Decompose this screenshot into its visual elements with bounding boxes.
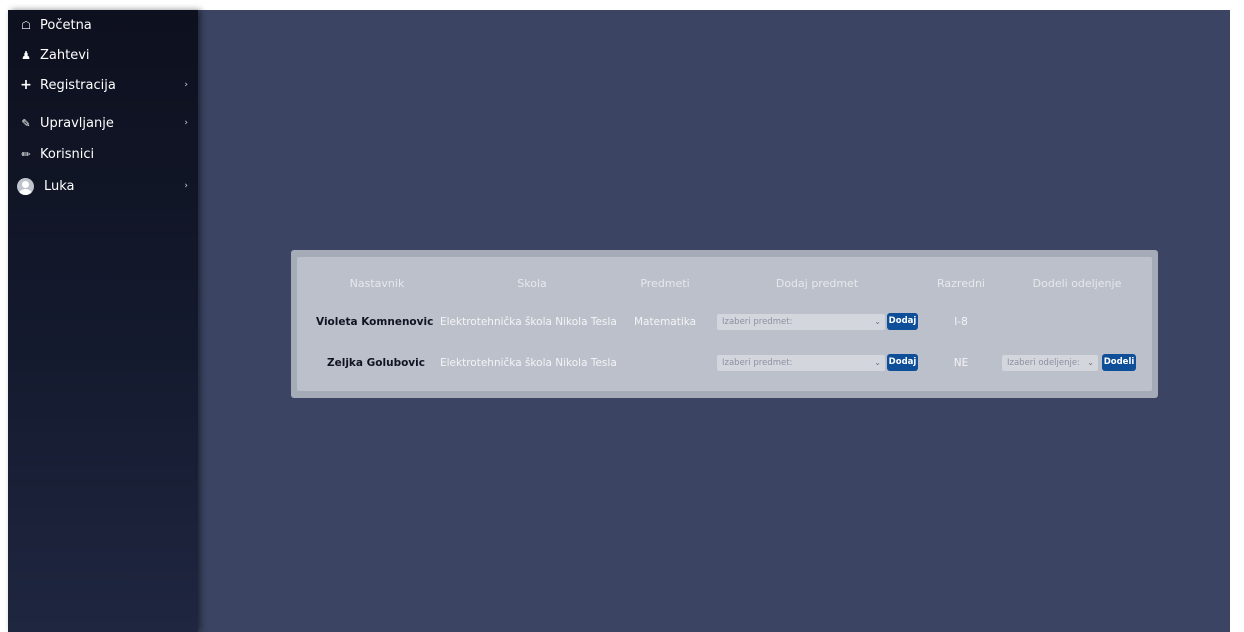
chevron-down-icon: ⌄ xyxy=(1087,358,1094,367)
sidebar-item-label: Korisnici xyxy=(40,146,95,162)
chevron-down-icon: ⌄ xyxy=(874,358,881,367)
sidebar-item-korisnici[interactable]: ✏ Korisnici xyxy=(8,141,198,167)
teacher-name: Zeljka Golubovic xyxy=(327,357,425,369)
assign-class-button[interactable]: Dodeli xyxy=(1102,354,1136,371)
chevron-right-icon: › xyxy=(184,80,188,90)
sidebar-item-upravljanje[interactable]: ✎ Upravljanje › xyxy=(8,110,198,136)
header-skola: Skola xyxy=(517,277,547,290)
chevron-right-icon: › xyxy=(184,181,188,191)
chevron-right-icon: › xyxy=(184,118,188,128)
teachers-table-panel: Nastavnik Skola Predmeti Dodaj predmet R… xyxy=(291,250,1158,398)
chevron-down-icon: ⌄ xyxy=(874,317,881,326)
teachers-table: Nastavnik Skola Predmeti Dodaj predmet R… xyxy=(297,257,1152,391)
add-subject-button[interactable]: Dodaj xyxy=(887,313,918,330)
subject-select-placeholder: Izaberi predmet: xyxy=(722,317,793,327)
header-nastavnik: Nastavnik xyxy=(349,277,405,290)
teacher-school: Elektrotehnička škola Nikola Tesla xyxy=(440,357,617,369)
add-subject-button[interactable]: Dodaj xyxy=(887,354,918,371)
pencil-icon: ✏ xyxy=(21,147,31,161)
sidebar-item-registracija[interactable]: + Registracija › xyxy=(8,72,198,98)
app-frame: ☖ Početna ♟ Zahtevi + Registracija › ✎ U… xyxy=(8,10,1230,632)
sidebar-item-label: Registracija xyxy=(40,77,116,93)
plus-icon: + xyxy=(20,77,32,93)
sidebar-item-label: Upravljanje xyxy=(40,115,114,131)
header-dodeli-odeljenje: Dodeli odeljenje xyxy=(1032,277,1122,290)
teacher-school: Elektrotehnička škola Nikola Tesla xyxy=(440,316,617,328)
class-select-placeholder: Izaberi odeljenje: xyxy=(1007,358,1080,368)
edit-icon: ✎ xyxy=(21,116,31,130)
sidebar-item-zahtevi[interactable]: ♟ Zahtevi xyxy=(8,42,198,68)
subject-select-placeholder: Izaberi predmet: xyxy=(722,358,793,368)
sidebar: ☖ Početna ♟ Zahtevi + Registracija › ✎ U… xyxy=(8,10,198,632)
homeroom-status: I-8 xyxy=(954,316,968,328)
subject-select[interactable]: Izaberi predmet: ⌄ xyxy=(717,314,885,330)
home-icon: ☖ xyxy=(21,18,31,32)
subject-select[interactable]: Izaberi predmet: ⌄ xyxy=(717,355,885,371)
header-razredni: Razredni xyxy=(937,277,985,290)
teacher-subjects: Matematika xyxy=(634,316,697,328)
teacher-name: Violeta Komnenovic xyxy=(316,316,434,328)
users-icon: ♟ xyxy=(21,48,31,62)
header-predmeti: Predmeti xyxy=(640,277,690,290)
sidebar-item-user-luka[interactable]: Luka › xyxy=(8,173,198,199)
class-select[interactable]: Izaberi odeljenje: ⌄ xyxy=(1002,355,1098,371)
homeroom-status: NE xyxy=(953,357,969,369)
sidebar-item-label: Luka xyxy=(44,178,75,194)
user-avatar-icon xyxy=(17,177,34,195)
sidebar-item-label: Zahtevi xyxy=(40,47,90,63)
sidebar-item-label: Početna xyxy=(40,17,92,33)
sidebar-item-pocetna[interactable]: ☖ Početna xyxy=(8,12,198,38)
header-dodaj-predmet: Dodaj predmet xyxy=(775,277,859,290)
